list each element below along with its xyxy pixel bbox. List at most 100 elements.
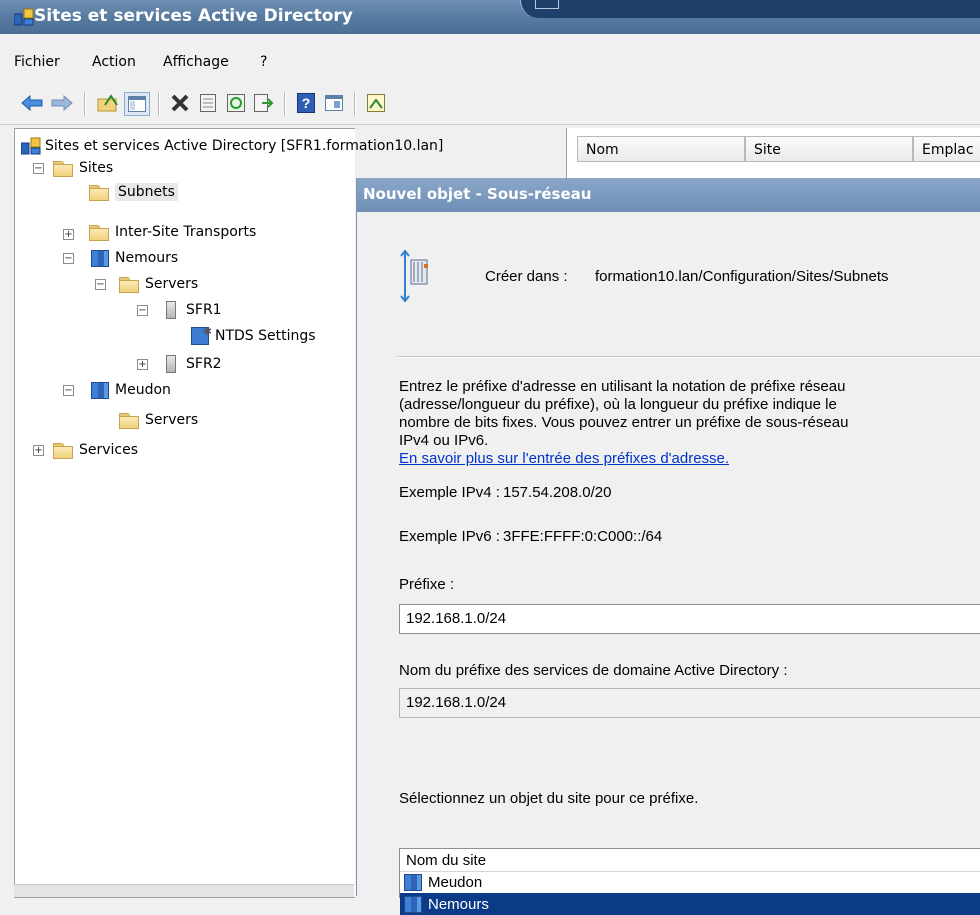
tree-item-ntds-settings[interactable]: NTDS Settings bbox=[191, 325, 316, 347]
tree-item-label: Meudon bbox=[115, 382, 171, 398]
create-in-label: Créer dans : bbox=[485, 268, 568, 285]
title-bar-decoration bbox=[520, 0, 980, 18]
description-line-2: (adresse/longueur du préfixe), où la lon… bbox=[399, 396, 837, 413]
tree-item-label: Services bbox=[79, 442, 139, 458]
toolbar-separator bbox=[84, 92, 86, 116]
refresh-icon[interactable] bbox=[224, 92, 248, 114]
tree-item-label: NTDS Settings bbox=[215, 328, 316, 344]
app-icon bbox=[13, 8, 34, 30]
dialog-body: Créer dans : formation10.lan/Configurati… bbox=[357, 212, 980, 915]
properties-icon[interactable] bbox=[196, 92, 220, 114]
console-tree[interactable]: Sites et services Active Directory [SFR1… bbox=[14, 128, 443, 898]
prefix-label: Préfixe : bbox=[399, 576, 455, 593]
toolbar-separator bbox=[284, 92, 286, 116]
tree-item-sfr2[interactable]: SFR2 bbox=[163, 353, 222, 375]
ad-prefix-name-label: Nom du préfixe des services de domaine A… bbox=[399, 662, 788, 679]
menu-bar: Fichier Action Affichage ? bbox=[0, 40, 980, 85]
expand-toggle[interactable]: + bbox=[63, 229, 74, 240]
tree-item-sfr1[interactable]: SFR1 bbox=[163, 299, 222, 321]
tree-item-nemours[interactable]: Nemours bbox=[91, 247, 178, 269]
collapse-toggle[interactable]: − bbox=[63, 385, 74, 396]
description-line-3: nombre de bits fixes. Vous pouvez entrer… bbox=[399, 414, 849, 431]
window-title-bar[interactable]: Sites et services Active Directory bbox=[0, 0, 980, 34]
tree-item-subnets[interactable]: Subnets bbox=[89, 181, 178, 203]
window-title: Sites et services Active Directory bbox=[34, 6, 353, 26]
tree-item-label: SFR2 bbox=[186, 356, 222, 372]
folder-icon bbox=[119, 412, 139, 429]
ad-prefix-name-field: 192.168.1.0/24 bbox=[399, 688, 980, 718]
folder-icon bbox=[53, 160, 73, 177]
app-icon bbox=[21, 137, 41, 155]
tree-item-label: Subnets bbox=[115, 183, 178, 201]
collapse-toggle[interactable]: − bbox=[63, 253, 74, 264]
toolbar-separator bbox=[158, 92, 160, 116]
menu-action[interactable]: Action bbox=[92, 54, 136, 70]
filter-icon[interactable] bbox=[364, 92, 388, 114]
export-list-icon[interactable] bbox=[252, 92, 276, 114]
folder-icon bbox=[53, 442, 73, 459]
site-icon bbox=[404, 895, 422, 913]
help-icon[interactable]: ? bbox=[294, 92, 318, 114]
subnet-icon bbox=[399, 249, 429, 306]
tree-root-label: Sites et services Active Directory [SFR1… bbox=[45, 138, 444, 154]
tree-root[interactable]: Sites et services Active Directory [SFR1… bbox=[21, 135, 443, 157]
column-header-emplacement[interactable]: Emplac bbox=[913, 136, 980, 162]
tree-item-meudon-servers[interactable]: Servers bbox=[119, 409, 198, 431]
example-ipv4-label: Exemple IPv4 : bbox=[399, 484, 500, 501]
create-in-path: formation10.lan/Configuration/Sites/Subn… bbox=[595, 268, 889, 285]
tree-item-nemours-servers[interactable]: Servers bbox=[119, 273, 198, 295]
back-arrow-icon[interactable] bbox=[20, 92, 44, 114]
prefix-input[interactable]: 192.168.1.0/24 bbox=[399, 604, 980, 634]
tree-item-label: Servers bbox=[145, 276, 199, 292]
forward-arrow-icon[interactable] bbox=[50, 92, 74, 114]
tree-item-label: Inter-Site Transports bbox=[115, 224, 257, 240]
tree-horizontal-scrollbar[interactable] bbox=[14, 884, 354, 897]
site-row-meudon[interactable]: Meudon bbox=[400, 871, 980, 893]
mmc-view-icon[interactable] bbox=[322, 92, 346, 114]
help-link[interactable]: En savoir plus sur l'entrée des préfixes… bbox=[399, 450, 729, 467]
tree-item-inter-site-transports[interactable]: Inter-Site Transports bbox=[89, 221, 256, 243]
toolbar-separator bbox=[354, 92, 356, 116]
site-name: Meudon bbox=[428, 873, 483, 891]
collapse-toggle[interactable]: − bbox=[95, 279, 106, 290]
tree-item-label: Nemours bbox=[115, 250, 179, 266]
delete-icon[interactable] bbox=[168, 92, 192, 114]
menu-affichage[interactable]: Affichage bbox=[163, 54, 229, 70]
ntds-settings-icon bbox=[191, 325, 212, 345]
site-name: Nemours bbox=[428, 895, 489, 913]
site-icon bbox=[404, 873, 422, 891]
tree-item-label: Sites bbox=[79, 160, 114, 176]
example-ipv4-value: 157.54.208.0/20 bbox=[503, 484, 612, 501]
menu-fichier[interactable]: Fichier bbox=[14, 54, 60, 70]
menu-help[interactable]: ? bbox=[260, 54, 267, 70]
expand-toggle[interactable]: + bbox=[33, 445, 44, 456]
tree-item-sites[interactable]: Sites bbox=[53, 157, 113, 179]
site-list[interactable]: Nom du site Meudon Nemours bbox=[399, 848, 980, 915]
site-row-nemours[interactable]: Nemours bbox=[400, 893, 980, 915]
tree-item-label: SFR1 bbox=[186, 302, 222, 318]
separator bbox=[397, 356, 980, 358]
site-icon bbox=[91, 249, 109, 267]
folder-icon bbox=[119, 276, 139, 293]
description-line-4: IPv4 ou IPv6. bbox=[399, 432, 489, 449]
tree-item-meudon[interactable]: Meudon bbox=[91, 379, 171, 401]
collapse-toggle[interactable]: − bbox=[137, 305, 148, 316]
collapse-toggle[interactable]: − bbox=[33, 163, 44, 174]
show-tree-icon[interactable] bbox=[124, 92, 150, 116]
example-ipv6-label: Exemple IPv6 : bbox=[399, 528, 500, 545]
column-header-nom[interactable]: Nom bbox=[577, 136, 745, 162]
server-icon bbox=[166, 355, 176, 373]
toolbar: ? bbox=[0, 84, 980, 125]
site-list-header[interactable]: Nom du site bbox=[400, 849, 980, 872]
folder-icon bbox=[89, 224, 109, 241]
expand-toggle[interactable]: + bbox=[137, 359, 148, 370]
description-line-1: Entrez le préfixe d'adresse en utilisant… bbox=[399, 378, 846, 395]
site-column-header: Nom du site bbox=[406, 851, 487, 869]
dialog-title: Nouvel objet - Sous-réseau bbox=[363, 185, 592, 203]
up-folder-icon[interactable] bbox=[96, 92, 120, 114]
svg-text:?: ? bbox=[302, 95, 311, 111]
tree-item-services[interactable]: Services bbox=[53, 439, 138, 461]
column-header-site[interactable]: Site bbox=[745, 136, 913, 162]
dialog-title-bar[interactable]: Nouvel objet - Sous-réseau bbox=[357, 178, 980, 212]
tree-item-label: Servers bbox=[145, 412, 199, 428]
